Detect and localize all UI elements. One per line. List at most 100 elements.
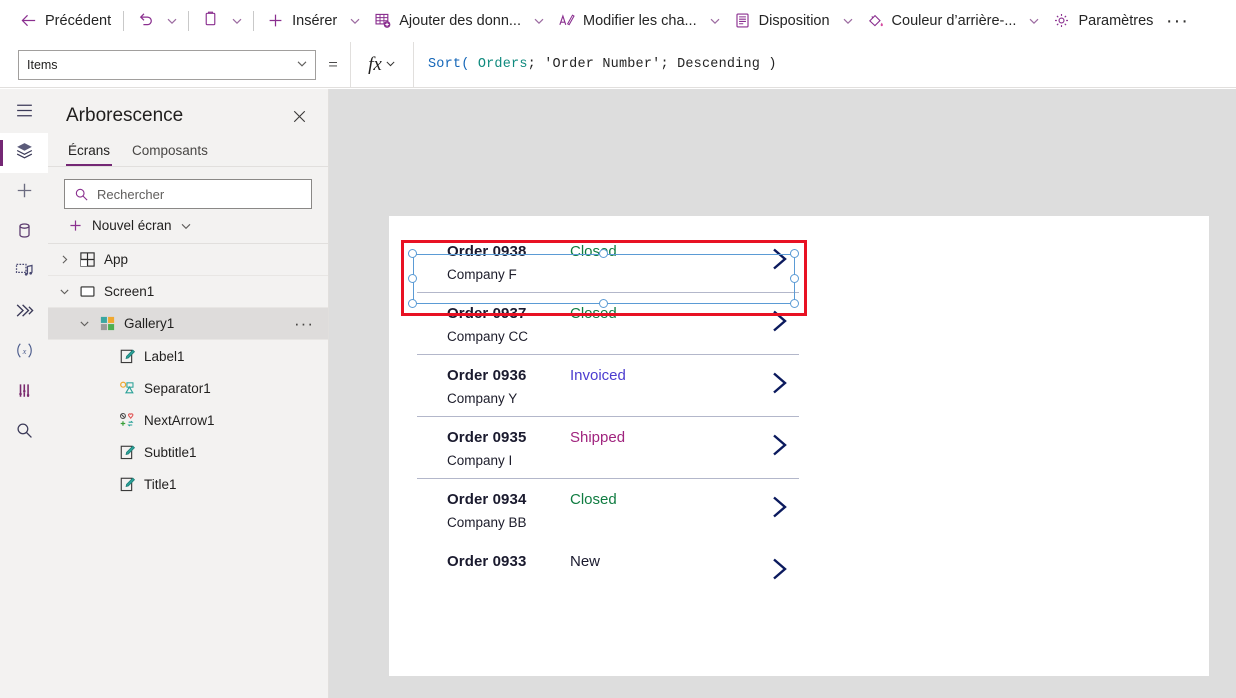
resize-handle-nw[interactable] (408, 249, 417, 258)
chevron-right-icon[interactable] (56, 252, 72, 268)
rail-insert-plus[interactable] (0, 173, 48, 213)
layout-button[interactable]: Disposition (726, 4, 837, 38)
tab-crans[interactable]: Écrans (66, 139, 113, 166)
more-options-icon[interactable]: ··· (294, 315, 314, 332)
rail-power-automate[interactable] (0, 293, 48, 333)
divider (123, 10, 125, 31)
fx-button[interactable]: fx (350, 41, 414, 88)
gallery-row-separator (417, 292, 799, 293)
add-data-button[interactable]: Ajouter des donn... (366, 4, 528, 38)
background-color-chevron-down-icon[interactable] (1023, 6, 1045, 36)
tree-view-panel: Arborescence Écrans Composants Nouvel écr… (48, 89, 329, 698)
next-arrow-icon[interactable] (767, 554, 793, 584)
gear-icon (1052, 11, 1071, 30)
overflow-menu-button[interactable]: ··· (1160, 5, 1194, 37)
tree-item-label1[interactable]: Label1 (48, 340, 328, 372)
gallery-row[interactable]: Order 0935 Company I Shipped (403, 416, 805, 478)
next-arrow-icon[interactable] (767, 430, 793, 460)
tab-label: Composants (132, 143, 208, 158)
background-color-button[interactable]: Couleur d’arrière-... (859, 4, 1024, 38)
chevron-down-icon[interactable] (180, 220, 192, 232)
search-icon (74, 187, 89, 202)
chevron-spacer (96, 444, 112, 460)
tree-item-screen1[interactable]: Screen1 (48, 276, 328, 308)
tab-composants[interactable]: Composants (130, 139, 210, 166)
edit-fields-button[interactable]: Modifier les cha... (550, 4, 704, 38)
tree-item-title1[interactable]: Title1 (48, 468, 328, 500)
tree-item-nextarrow1[interactable]: NextArrow1 (48, 404, 328, 436)
back-button[interactable]: Précédent (12, 4, 118, 38)
tree-view-icon (14, 140, 35, 166)
tree-item-label: App (104, 252, 129, 267)
icon-shape-icon (118, 411, 136, 429)
chevron-spacer (96, 476, 112, 492)
insert-chevron-down-icon[interactable] (344, 6, 366, 36)
property-select[interactable]: Items (18, 49, 316, 80)
undo-button[interactable] (129, 5, 161, 37)
rail-tree-view[interactable] (0, 133, 48, 173)
search-input[interactable] (97, 186, 311, 202)
gallery-row-status: Closed (570, 491, 617, 508)
edit-fields-chevron-down-icon[interactable] (704, 6, 726, 36)
paste-dropdown-chevron-down-icon[interactable] (226, 6, 248, 36)
resize-handle-sw[interactable] (408, 299, 417, 308)
rail-hamburger-menu[interactable] (0, 93, 48, 133)
canvas-area: Order 0938 Company F Closed Order 0937 Compa… (329, 89, 1236, 698)
tree-item-app[interactable]: App (48, 244, 328, 276)
search-container (48, 167, 328, 209)
tree-item-separator1[interactable]: Separator1 (48, 372, 328, 404)
formula-token: Sort( (428, 57, 470, 72)
rail-app-checker[interactable] (0, 373, 48, 413)
rail-data-cylinder[interactable] (0, 213, 48, 253)
insert-plus-icon (14, 180, 35, 206)
layout-chevron-down-icon[interactable] (837, 6, 859, 36)
undo-dropdown-chevron-down-icon[interactable] (161, 6, 183, 36)
gallery-row[interactable]: Order 0933 New (403, 540, 805, 602)
app-screen[interactable]: Order 0938 Company F Closed Order 0937 Compa… (389, 216, 1209, 676)
resize-handle-s[interactable] (599, 299, 608, 308)
formula-token: Orders (477, 57, 528, 72)
chevron-spacer (96, 380, 112, 396)
next-arrow-icon[interactable] (767, 244, 793, 274)
paste-button[interactable] (194, 5, 226, 37)
chevron-down-icon[interactable] (76, 316, 92, 332)
label-icon (118, 347, 136, 365)
gallery-row[interactable]: Order 0938 Company F Closed (403, 230, 805, 292)
resize-handle-ne[interactable] (790, 249, 799, 258)
tree-item-subtitle1[interactable]: Subtitle1 (48, 436, 328, 468)
gallery-row[interactable]: Order 0934 Company BB Closed (403, 478, 805, 540)
gallery-row[interactable]: Order 0936 Company Y Invoiced (403, 354, 805, 416)
tree-item-label: Label1 (144, 348, 185, 364)
tab-label: Écrans (68, 143, 111, 158)
rail-media[interactable] (0, 253, 48, 293)
gallery-row-subtitle: Company CC (447, 329, 529, 344)
new-screen-button[interactable]: Nouvel écran (48, 209, 328, 244)
tree-panel-tabs: Écrans Composants (48, 129, 328, 167)
property-select-value: Items (27, 57, 58, 72)
new-screen-label: Nouvel écran (92, 218, 172, 233)
plus-icon (266, 11, 285, 30)
chevron-down-icon (296, 57, 308, 72)
label-icon (118, 475, 136, 493)
rail-variables[interactable]: x (0, 333, 48, 373)
insert-button[interactable]: Insérer (259, 4, 344, 38)
next-arrow-icon[interactable] (767, 492, 793, 522)
resize-handle-n[interactable] (599, 249, 608, 258)
rail-search[interactable] (0, 413, 48, 453)
resize-handle-w[interactable] (408, 274, 417, 283)
tree-item-list: App Screen1 Gallery1 ··· Label1 Separator1 Nex… (48, 244, 328, 500)
add-data-chevron-down-icon[interactable] (528, 6, 550, 36)
close-icon[interactable] (286, 103, 312, 129)
tree-item-gallery1[interactable]: Gallery1 ··· (48, 308, 328, 340)
formula-input[interactable]: Sort( Orders; 'Order Number'; Descending… (414, 57, 1236, 72)
resize-handle-e[interactable] (790, 274, 799, 283)
gallery-row-title: Order 0933 (447, 553, 527, 570)
chevron-down-icon[interactable] (56, 284, 72, 300)
settings-button[interactable]: Paramètres (1045, 4, 1160, 38)
next-arrow-icon[interactable] (767, 368, 793, 398)
tree-item-label: NextArrow1 (144, 412, 215, 428)
next-arrow-icon[interactable] (767, 306, 793, 336)
resize-handle-se[interactable] (790, 299, 799, 308)
gallery-control[interactable]: Order 0938 Company F Closed Order 0937 Compa… (401, 230, 807, 602)
search-box[interactable] (64, 179, 312, 209)
